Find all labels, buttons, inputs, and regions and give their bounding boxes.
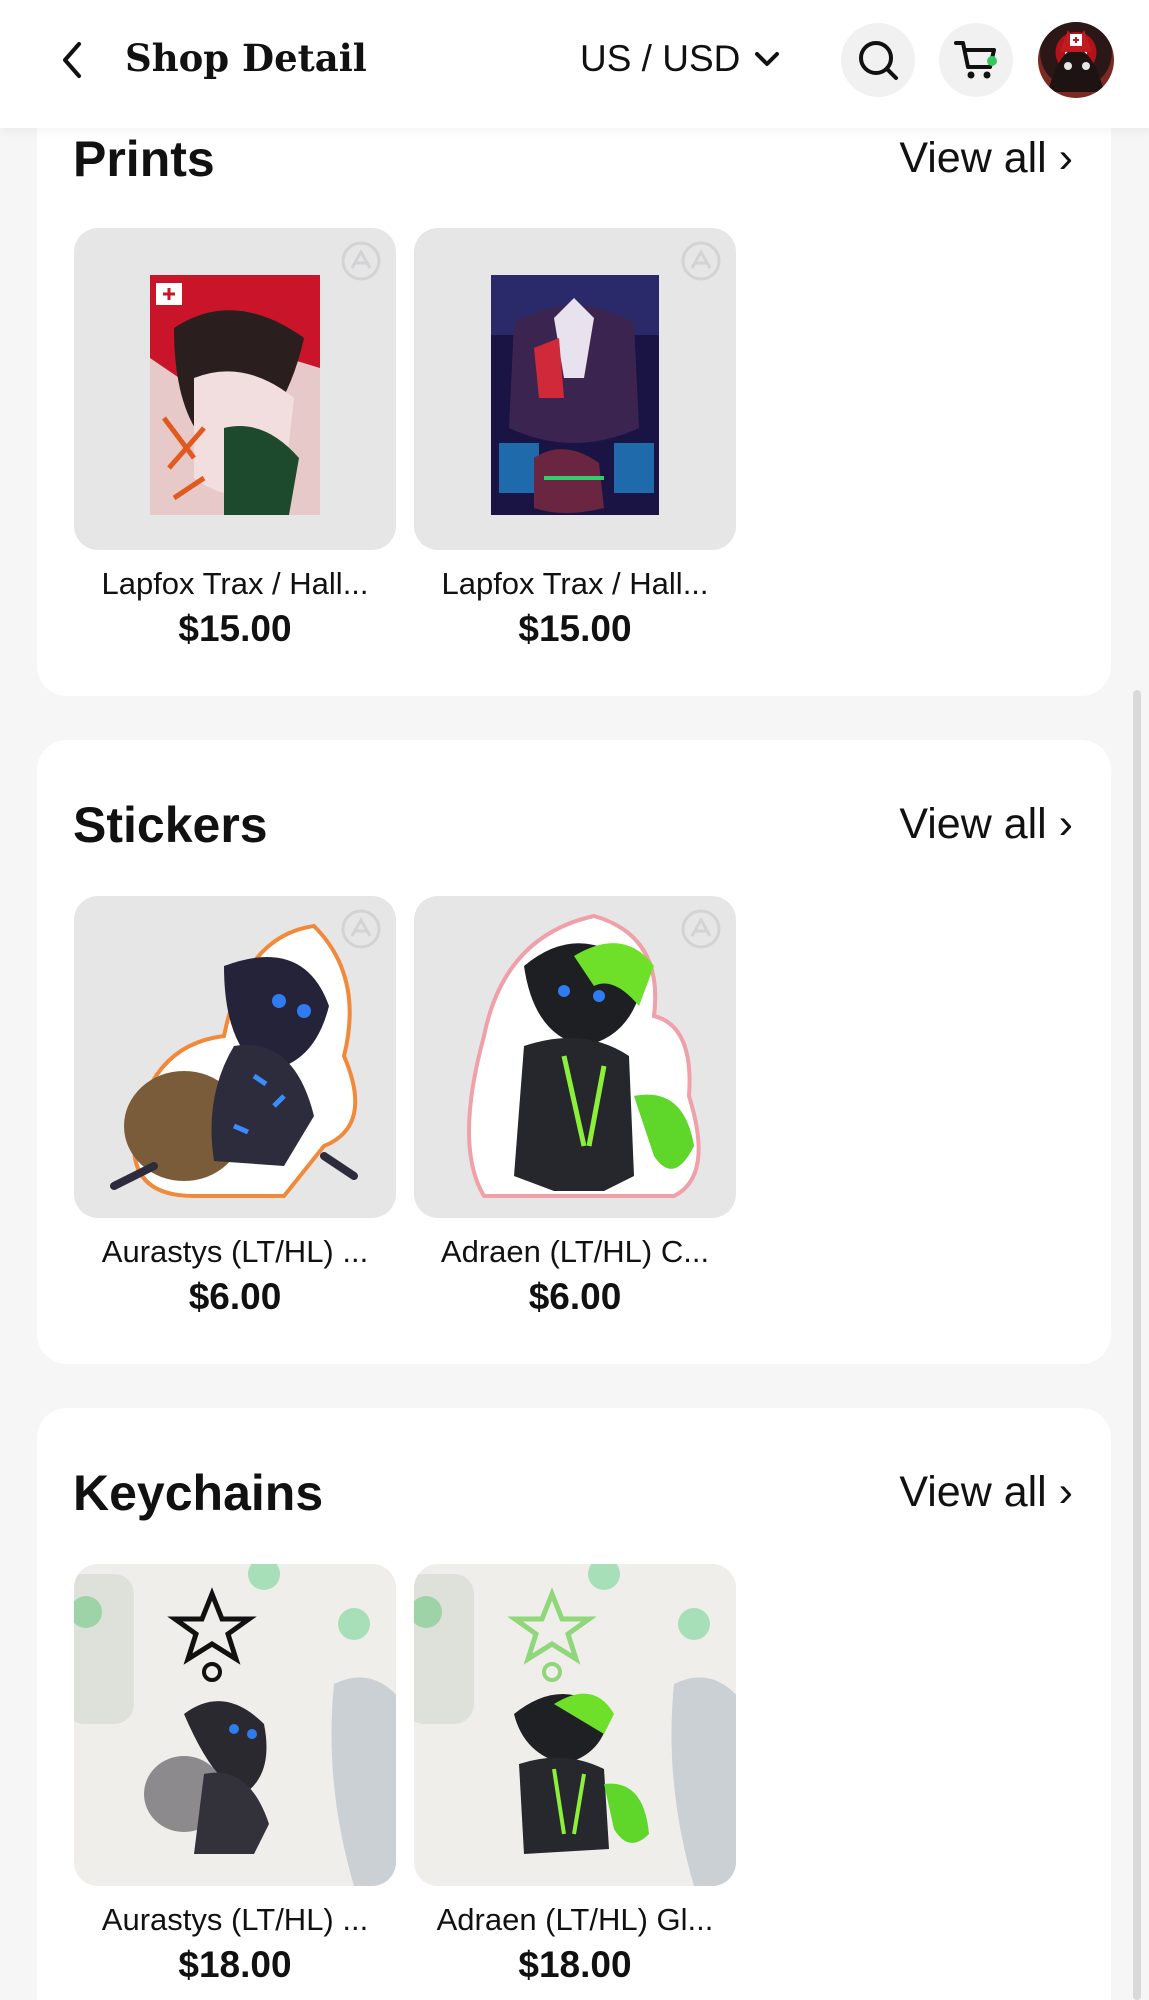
- top-app-bar: Shop Detail US / USD: [0, 0, 1149, 128]
- search-button[interactable]: [841, 23, 915, 97]
- product-image: [414, 228, 736, 550]
- product-name: Lapfox Trax / Hall...: [441, 566, 709, 601]
- product-price: $6.00: [528, 1276, 622, 1317]
- back-arrow-icon: [63, 42, 81, 78]
- section-title: Prints: [73, 131, 215, 187]
- product-price: $15.00: [518, 608, 632, 649]
- view-all-stickers-link[interactable]: View all ›: [899, 800, 1073, 849]
- section-title: Keychains: [73, 1465, 324, 1521]
- product-image: [74, 1564, 396, 1886]
- bottom-nav-peek: [118, 1984, 1032, 2000]
- user-avatar[interactable]: [1038, 22, 1114, 98]
- artist-badge-icon: [341, 909, 381, 949]
- artist-badge-icon: [681, 909, 721, 949]
- search-icon: [859, 41, 898, 80]
- currency-selector[interactable]: US / USD: [580, 34, 780, 84]
- product-name: Adraen (LT/HL) Gl...: [436, 1902, 714, 1937]
- page-title: Shop Detail: [125, 36, 367, 80]
- section-prints: Prints View all › Lapfox Trax / Hall... …: [37, 100, 1111, 696]
- cart-icon: [954, 41, 997, 79]
- product-image: [414, 1564, 736, 1886]
- section-stickers: Stickers View all › Aurastys (LT/HL) ...…: [37, 740, 1111, 1364]
- shop-detail-page: Shop Detail US / USD Prints View all › L…: [0, 0, 1149, 2000]
- currency-label: US / USD: [580, 38, 741, 79]
- cart-button[interactable]: [939, 23, 1013, 97]
- view-all-prints-link[interactable]: View all ›: [899, 134, 1073, 183]
- back-button[interactable]: [50, 32, 94, 88]
- product-image: [414, 896, 736, 1218]
- section-keychains: Keychains View all › Aurastys (LT/HL) ..…: [37, 1408, 1111, 2000]
- artist-badge-icon: [681, 241, 721, 281]
- artist-badge-icon: [341, 241, 381, 281]
- chevron-down-icon: [755, 52, 780, 66]
- product-name: Adraen (LT/HL) C...: [440, 1234, 710, 1269]
- product-name: Lapfox Trax / Hall...: [101, 566, 369, 601]
- scrollbar[interactable]: [1133, 690, 1141, 2000]
- product-price: $6.00: [188, 1276, 282, 1317]
- product-image: [74, 228, 396, 550]
- view-all-keychains-link[interactable]: View all ›: [899, 1468, 1073, 1517]
- section-title: Stickers: [73, 797, 268, 853]
- product-name: Aurastys (LT/HL) ...: [101, 1902, 369, 1937]
- product-name: Aurastys (LT/HL) ...: [101, 1234, 369, 1269]
- product-price: $15.00: [178, 608, 292, 649]
- product-image: [74, 896, 396, 1218]
